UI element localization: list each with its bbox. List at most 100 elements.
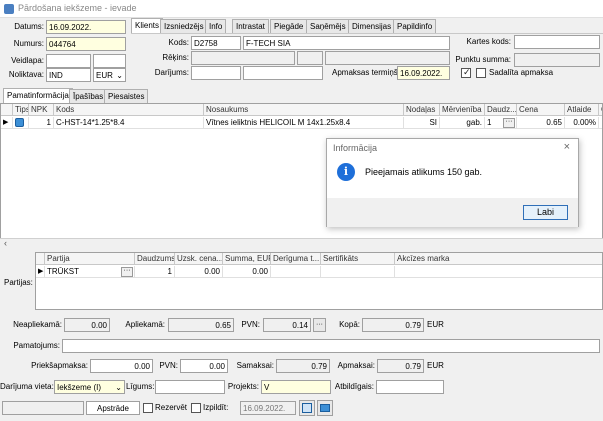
darijums-field-2[interactable] — [243, 66, 323, 80]
tab-piesaistes[interactable]: Piesaistes — [104, 89, 149, 103]
ligums-label: Līgums: — [126, 382, 155, 391]
client-name-field[interactable]: F-TECH SIA — [243, 36, 450, 50]
kods-field[interactable]: D2758 — [191, 36, 241, 50]
noliktava-field[interactable]: IND — [46, 68, 91, 82]
scroll-left-icon[interactable]: ‹ — [4, 238, 7, 248]
col-header-tips[interactable]: Tips — [13, 104, 29, 116]
currency-select[interactable]: EUR ⌄ — [93, 68, 126, 82]
priekssapmaksa-field[interactable]: 0.00 — [90, 359, 153, 373]
veidlapa-field[interactable] — [46, 54, 91, 68]
veidlapa-extra-field[interactable] — [93, 54, 126, 68]
tab-intrastat[interactable]: Intrastat — [232, 19, 269, 33]
atlaide-cell[interactable]: 0.00% — [565, 117, 599, 129]
rekins-field-2[interactable] — [297, 51, 323, 65]
atbildigais-field[interactable] — [376, 380, 444, 394]
col-header-summa[interactable]: Summa, EUR — [223, 253, 271, 265]
rekins-field[interactable] — [191, 51, 295, 65]
col-header-mervieniba[interactable]: Mērvienība — [440, 104, 485, 116]
nosaukums-cell[interactable]: Vītnes ieliktnis HELICOIL M 14x1.25x8.4 — [204, 117, 404, 129]
col-header-c[interactable]: C — [599, 104, 602, 116]
tab-piegade[interactable]: Piegāde — [270, 19, 308, 33]
ellipsis-button[interactable]: ··· — [121, 267, 133, 277]
col-header-nodalas[interactable]: Nodaļas — [404, 104, 440, 116]
col-header-cena[interactable]: Cena — [517, 104, 565, 116]
cena-cell[interactable]: 0.00 — [175, 266, 223, 278]
tab-pamatinformacija[interactable]: Pamatinformācija — [3, 88, 73, 103]
pvn-details-button[interactable]: ··· — [313, 318, 326, 332]
tab-ipasibas[interactable]: Īpašības — [69, 89, 108, 103]
currency-value: EUR — [96, 71, 113, 80]
tab-info[interactable]: Info — [205, 19, 227, 33]
apliekama-field: 0.65 — [168, 318, 234, 332]
ok-button[interactable]: Labi — [523, 205, 568, 220]
numurs-field[interactable]: 044764 — [46, 37, 126, 51]
tab-dimensijas[interactable]: Dimensijas — [348, 19, 396, 33]
horizontal-scrollbar[interactable]: ‹ — [0, 238, 603, 249]
tab-izsniedzejs[interactable]: Izsniedzējs — [160, 19, 208, 33]
info-icon: i — [337, 163, 355, 181]
col-header-akcizes[interactable]: Akcīzes marka — [395, 253, 602, 265]
projekts-field[interactable]: V — [261, 380, 331, 394]
kartes-label: Kartes kods: — [466, 37, 511, 46]
col-header-deriguma[interactable]: Derīguma t... — [271, 253, 321, 265]
noliktava-label: Noliktava: — [8, 70, 44, 79]
datums-field[interactable]: 16.09.2022. — [46, 20, 126, 34]
daudz-cell[interactable]: 1 ··· — [485, 117, 517, 129]
apmaksas-field[interactable]: 16.09.2022. — [397, 66, 450, 80]
print-button[interactable] — [317, 400, 333, 416]
calculate-button[interactable] — [299, 400, 315, 416]
tab-sanemejs[interactable]: Saņēmējs — [306, 19, 350, 33]
chevron-down-icon: ⌄ — [116, 71, 123, 80]
calculator-icon — [302, 403, 312, 413]
tab-klients[interactable]: Klients — [131, 18, 164, 33]
kopa-label: Kopā: — [339, 320, 360, 329]
apmaksai-currency: EUR — [427, 361, 444, 370]
kartes-field[interactable] — [514, 35, 600, 49]
summa-cell[interactable]: 0.00 — [223, 266, 271, 278]
col-header-sertifikats[interactable]: Sertifikāts — [321, 253, 395, 265]
ellipsis-button[interactable]: ··· — [503, 118, 515, 128]
col-header-daudzums[interactable]: Daudzums — [135, 253, 175, 265]
sertifikats-cell[interactable] — [321, 266, 395, 278]
darijuma-vieta-select[interactable]: Iekšzeme (I) ⌄ — [54, 380, 125, 394]
dialog-body: i Pieejamais atlikums 150 gab. — [327, 156, 578, 198]
close-icon[interactable]: × — [564, 141, 570, 153]
cena-cell[interactable]: 0.65 — [517, 117, 565, 129]
deriguma-cell[interactable] — [271, 266, 321, 278]
col-header-daudz[interactable]: Daudz... — [485, 104, 517, 116]
veidlapa-label: Veidlapa: — [11, 56, 44, 65]
partija-cell[interactable]: TRŪKST ··· — [45, 266, 135, 278]
window-title: Pārdošana iekšzeme - ievade — [18, 3, 137, 13]
mervieniba-cell[interactable]: gab. — [440, 117, 485, 129]
col-header-partija[interactable]: Partija — [45, 253, 135, 265]
rekins-field-3[interactable] — [325, 51, 450, 65]
darijums-label: Darījums: — [154, 68, 189, 77]
col-header-nosaukums[interactable]: Nosaukums — [204, 104, 404, 116]
partijas-grid[interactable]: Partija Daudzums Uzsk. cena... Summa, EU… — [35, 252, 603, 310]
dialog-footer: Labi — [327, 198, 578, 227]
table-row[interactable]: ▶ TRŪKST ··· 1 0.00 0.00 — [36, 266, 602, 278]
col-header-atlaide[interactable]: Atlaide — [565, 104, 599, 116]
col-header-kods[interactable]: Kods — [54, 104, 204, 116]
table-row[interactable]: ▶ 1 C-HST-14*1.25*8.4 Vītnes ieliktnis H… — [1, 117, 602, 129]
nodalas-cell[interactable]: SI — [404, 117, 440, 129]
pamatojums-field[interactable] — [62, 339, 600, 353]
pvn-label: PVN: — [241, 320, 260, 329]
col-header-uzsk-cena[interactable]: Uzsk. cena... — [175, 253, 223, 265]
partijas-label: Partijas: — [4, 278, 33, 287]
col-header-npk[interactable]: NPK — [29, 104, 54, 116]
darijums-field[interactable] — [191, 66, 241, 80]
darijuma-vieta-value: Iekšzeme (I) — [57, 383, 102, 392]
daudzums-cell[interactable]: 1 — [135, 266, 175, 278]
samaksai-field: 0.79 — [276, 359, 330, 373]
tab-papildinfo[interactable]: Papildinfo — [393, 19, 437, 33]
rezervet-checkbox[interactable] — [143, 403, 153, 413]
pvn2-field[interactable]: 0.00 — [180, 359, 228, 373]
sadalita-checkbox[interactable] — [476, 68, 486, 78]
ligums-field[interactable] — [155, 380, 225, 394]
printer-icon — [320, 404, 330, 412]
option-checkbox[interactable] — [461, 67, 471, 78]
izpildit-checkbox[interactable] — [191, 403, 201, 413]
kods-cell[interactable]: C-HST-14*1.25*8.4 — [54, 117, 204, 129]
akcizes-cell[interactable] — [395, 266, 602, 278]
